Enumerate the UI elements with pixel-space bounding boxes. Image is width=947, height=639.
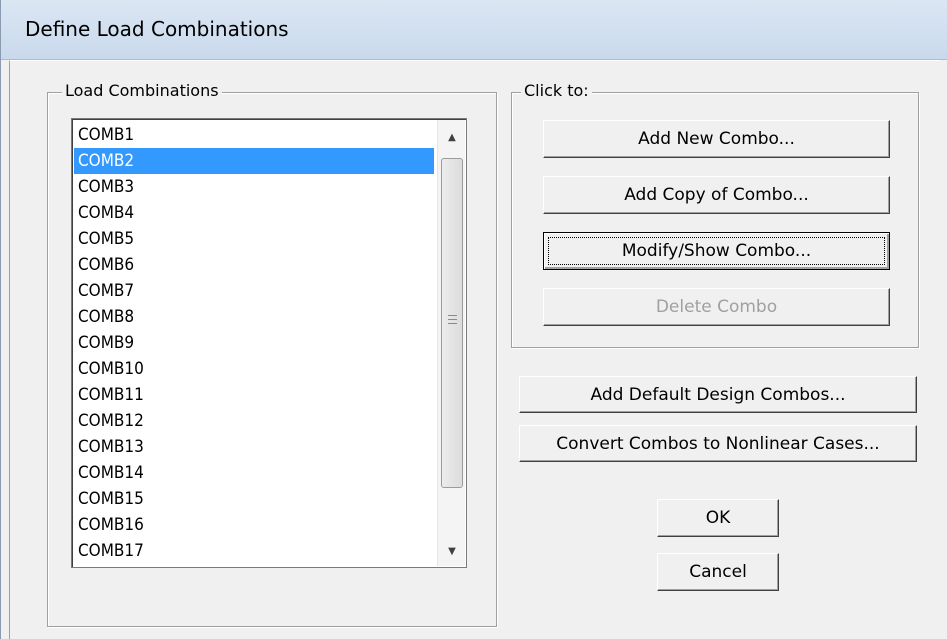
add-new-combo-button[interactable]: Add New Combo... [543, 120, 890, 158]
list-item[interactable]: COMB11 [74, 382, 434, 408]
add-new-combo-label: Add New Combo... [638, 129, 795, 149]
list-item[interactable]: COMB8 [74, 304, 434, 330]
title-bar[interactable]: Define Load Combinations [1, 0, 947, 60]
list-items: COMB1 COMB2 COMB3 COMB4 COMB5 COMB6 COMB7 COMB8… [74, 122, 434, 564]
scroll-down-icon[interactable]: ▼ [438, 536, 466, 566]
define-load-combinations-dialog: Define Load Combinations Load Combinatio… [0, 0, 947, 639]
list-item[interactable]: COMB9 [74, 330, 434, 356]
convert-combos-to-nonlinear-label: Convert Combos to Nonlinear Cases... [556, 433, 880, 454]
load-combinations-list[interactable]: COMB1 COMB2 COMB3 COMB4 COMB5 COMB6 COMB7 COMB8… [71, 118, 467, 568]
list-item[interactable]: COMB6 [74, 252, 434, 278]
ok-label: OK [705, 508, 731, 528]
scroll-up-icon[interactable]: ▲ [438, 122, 466, 152]
list-item[interactable]: COMB10 [74, 356, 434, 382]
cancel-button[interactable]: Cancel [657, 553, 779, 591]
list-item[interactable]: COMB3 [74, 174, 434, 200]
list-item[interactable]: COMB17 [74, 538, 434, 564]
load-combinations-legend: Load Combinations [62, 81, 222, 100]
modify-show-combo-label: Modify/Show Combo... [621, 241, 812, 261]
list-item[interactable]: COMB14 [74, 460, 434, 486]
list-item[interactable]: COMB5 [74, 226, 434, 252]
list-item[interactable]: COMB15 [74, 486, 434, 512]
add-copy-of-combo-label: Add Copy of Combo... [624, 185, 809, 205]
list-item[interactable]: COMB2 [74, 148, 434, 174]
scrollbar-thumb[interactable] [441, 158, 463, 488]
delete-combo-button[interactable]: Delete Combo [543, 288, 890, 326]
add-default-design-combos-label: Add Default Design Combos... [590, 384, 846, 405]
add-copy-of-combo-button[interactable]: Add Copy of Combo... [543, 176, 890, 214]
list-item[interactable]: COMB13 [74, 434, 434, 460]
delete-combo-label: Delete Combo [655, 297, 778, 317]
ok-button[interactable]: OK [657, 499, 779, 537]
list-item[interactable]: COMB1 [74, 122, 434, 148]
list-item[interactable]: COMB12 [74, 408, 434, 434]
modify-show-combo-button[interactable]: Modify/Show Combo... [543, 232, 890, 270]
list-vertical-scrollbar[interactable]: ▲ ▼ [437, 120, 465, 566]
cancel-label: Cancel [689, 562, 747, 582]
list-item[interactable]: COMB16 [74, 512, 434, 538]
convert-combos-to-nonlinear-button[interactable]: Convert Combos to Nonlinear Cases... [519, 425, 917, 462]
list-item[interactable]: COMB7 [74, 278, 434, 304]
click-to-legend: Click to: [521, 81, 592, 100]
add-default-design-combos-button[interactable]: Add Default Design Combos... [519, 376, 917, 413]
window-title: Define Load Combinations [25, 17, 289, 41]
scroll-grip-icon [448, 315, 457, 324]
list-item[interactable]: COMB4 [74, 200, 434, 226]
